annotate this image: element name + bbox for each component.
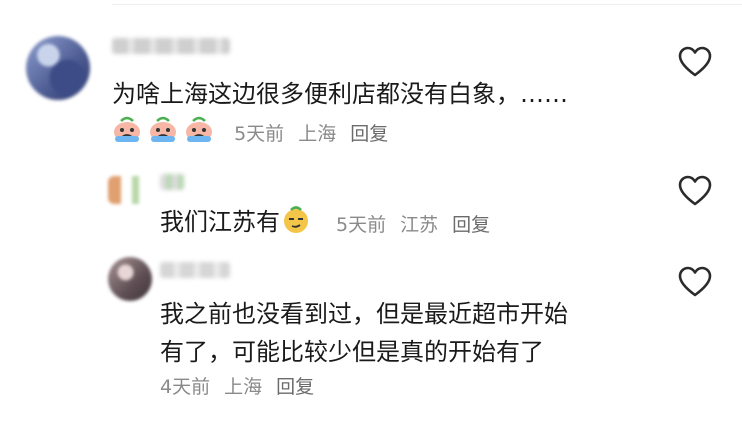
avatar[interactable] bbox=[108, 257, 152, 301]
heart-icon[interactable] bbox=[678, 175, 712, 207]
heart-icon[interactable] bbox=[678, 266, 712, 298]
emoji-group bbox=[112, 116, 214, 149]
reply-location: 江苏 bbox=[400, 214, 439, 236]
reply-time: 4天前 bbox=[160, 376, 211, 398]
smirk-face-emoji bbox=[282, 206, 310, 234]
reply-location: 上海 bbox=[224, 376, 263, 398]
comment-time: 5天前 bbox=[234, 123, 285, 145]
nickname-blurred[interactable] bbox=[160, 174, 184, 190]
reply-meta: 4天前 上海 回复 bbox=[160, 372, 314, 399]
reply-meta: 5天前 江苏 回复 bbox=[336, 210, 490, 237]
comment-location: 上海 bbox=[298, 123, 337, 145]
crying-face-emoji bbox=[148, 116, 178, 144]
nickname-blurred[interactable] bbox=[160, 262, 230, 278]
heart-icon[interactable] bbox=[678, 46, 712, 78]
comment-text: 为啥上海这边很多便利店都没有白象，…… bbox=[112, 80, 568, 108]
reply-text-line-2: 有了，可能比较少但是真的开始有了 bbox=[160, 338, 544, 366]
reply-button[interactable]: 回复 bbox=[350, 119, 388, 146]
crying-face-emoji bbox=[184, 116, 214, 144]
avatar[interactable] bbox=[26, 36, 90, 100]
reply-button[interactable]: 回复 bbox=[452, 210, 490, 237]
reply-text-line-1: 我之前也没看到过，但是最近超市开始 bbox=[160, 300, 568, 328]
reply-text: 我们江苏有 bbox=[160, 204, 310, 240]
crying-face-emoji bbox=[112, 116, 142, 144]
reply-time: 5天前 bbox=[336, 214, 387, 236]
nickname-blurred[interactable] bbox=[112, 38, 230, 54]
comment-meta: 5天前 上海 回复 bbox=[112, 116, 388, 149]
reply-button[interactable]: 回复 bbox=[276, 372, 314, 399]
avatar[interactable] bbox=[108, 176, 152, 204]
top-divider bbox=[112, 4, 742, 5]
reply-text-content: 我们江苏有 bbox=[160, 208, 280, 236]
